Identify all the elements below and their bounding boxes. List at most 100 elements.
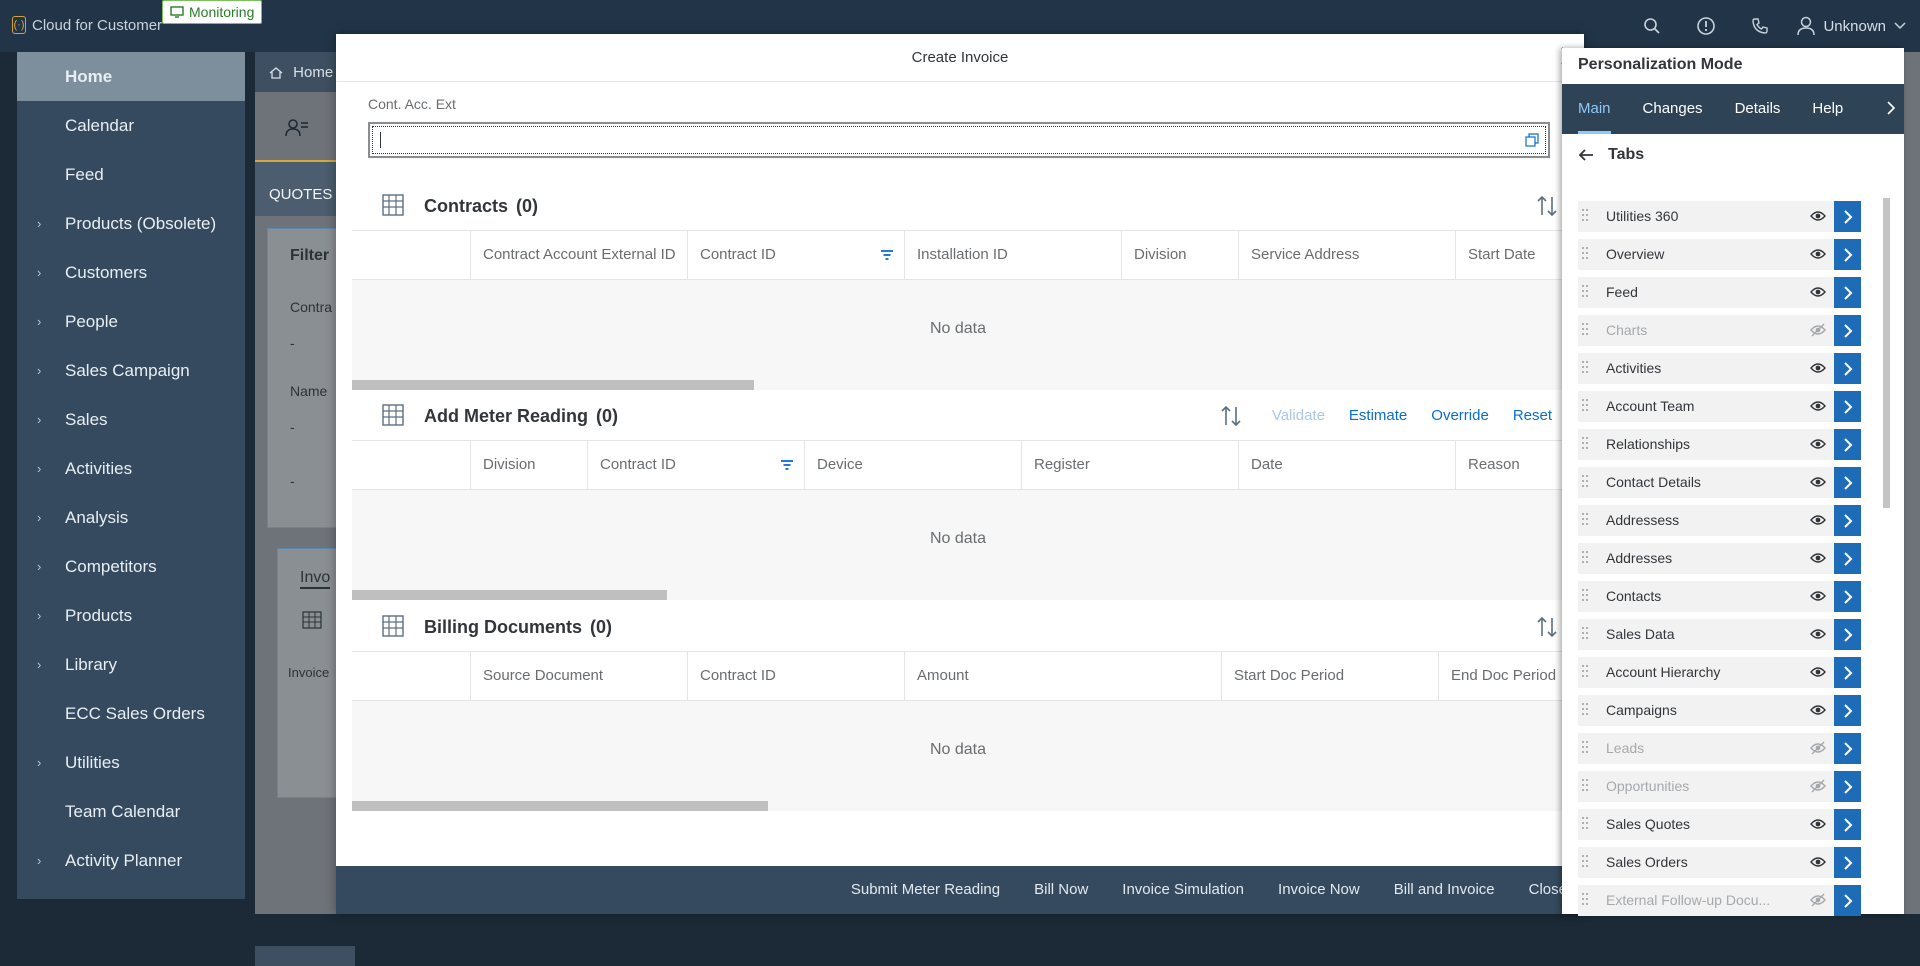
personalization-item-body[interactable]: Utilities 360 (1578, 201, 1834, 232)
eye-icon[interactable] (1810, 703, 1826, 717)
personalization-item-body[interactable]: External Follow-up Docu... (1578, 885, 1834, 916)
column-header[interactable]: Division (470, 441, 587, 489)
scrollbar-thumb[interactable] (352, 380, 754, 390)
column-header[interactable]: Contract Account External ID (470, 231, 687, 279)
scrollbar-thumb[interactable] (352, 590, 667, 600)
grip-icon[interactable] (1582, 665, 1588, 679)
personalization-item-body[interactable]: Addresses (1578, 543, 1834, 574)
personalization-item[interactable]: Relationships (1578, 429, 1861, 460)
tab-main[interactable]: Main (1562, 84, 1627, 134)
chevron-right-icon[interactable]: › (37, 853, 41, 868)
column-header[interactable]: Start Date (1455, 231, 1564, 279)
personalization-item[interactable]: Campaigns (1578, 695, 1861, 726)
column-header[interactable]: Device (804, 441, 1021, 489)
nav-item[interactable]: › Sales Campaign (17, 346, 245, 395)
chevron-right-icon[interactable]: › (37, 363, 41, 378)
chevron-right-icon[interactable] (1886, 100, 1896, 116)
grip-icon[interactable] (1582, 817, 1588, 831)
grip-icon[interactable] (1582, 513, 1588, 527)
personalization-item-body[interactable]: Contacts (1578, 581, 1834, 612)
grip-icon[interactable] (1582, 475, 1588, 489)
chevron-right-icon[interactable] (1834, 429, 1861, 460)
chevron-right-icon[interactable]: › (37, 559, 41, 574)
scrollbar-thumb[interactable] (352, 801, 768, 811)
column-header[interactable]: Date (1238, 441, 1455, 489)
nav-item[interactable]: › Library (17, 640, 245, 689)
personalization-item[interactable]: Opportunities (1578, 771, 1861, 802)
invoice-simulation-button[interactable]: Invoice Simulation (1105, 866, 1261, 914)
eye-icon[interactable] (1810, 551, 1826, 565)
chevron-right-icon[interactable]: › (37, 510, 41, 525)
personalization-item[interactable]: Addressess (1578, 505, 1861, 536)
nav-item[interactable]: Team Calendar (17, 787, 245, 836)
chevron-right-icon[interactable] (1834, 771, 1861, 802)
column-header[interactable]: Division (1121, 231, 1238, 279)
grip-icon[interactable] (1582, 893, 1588, 907)
column-header[interactable]: End Doc Period (1438, 652, 1564, 700)
phone-icon[interactable] (1733, 0, 1787, 52)
eye-slash-icon[interactable] (1810, 893, 1826, 907)
nav-item[interactable]: › Analysis (17, 493, 245, 542)
column-header[interactable]: Installation ID (904, 231, 1121, 279)
eye-icon[interactable] (1810, 437, 1826, 451)
eye-icon[interactable] (1810, 285, 1826, 299)
nav-item[interactable]: › Activity Planner (17, 836, 245, 885)
eye-slash-icon[interactable] (1810, 741, 1826, 755)
eye-slash-icon[interactable] (1810, 323, 1826, 337)
grip-icon[interactable] (1582, 627, 1588, 641)
grip-icon[interactable] (1582, 855, 1588, 869)
grip-icon[interactable] (1582, 741, 1588, 755)
personalization-item[interactable]: Addresses (1578, 543, 1861, 574)
personalization-item[interactable]: Feed (1578, 277, 1861, 308)
cont-acc-ext-input[interactable] (368, 122, 1550, 158)
nav-item[interactable]: › Competitors (17, 542, 245, 591)
chevron-right-icon[interactable] (1834, 695, 1861, 726)
column-header[interactable]: Register (1021, 441, 1238, 489)
grip-icon[interactable] (1582, 323, 1588, 337)
nav-item[interactable]: › Customers (17, 248, 245, 297)
chevron-right-icon[interactable]: › (37, 412, 41, 427)
chevron-right-icon[interactable] (1834, 543, 1861, 574)
nav-item[interactable]: Home (17, 52, 245, 101)
submit-meter-reading-button[interactable]: Submit Meter Reading (834, 866, 1017, 914)
column-header[interactable]: Contract ID (587, 441, 804, 489)
personalization-item-body[interactable]: Charts (1578, 315, 1834, 346)
sort-icon[interactable] (1530, 611, 1564, 643)
nav-item[interactable]: ECC Sales Orders (17, 689, 245, 738)
personalization-item-body[interactable]: Relationships (1578, 429, 1834, 460)
chevron-right-icon[interactable] (1834, 201, 1861, 232)
alert-icon[interactable] (1679, 0, 1733, 52)
personalization-item[interactable]: Utilities 360 (1578, 201, 1861, 232)
personalization-item-body[interactable]: Leads (1578, 733, 1834, 764)
grip-icon[interactable] (1582, 703, 1588, 717)
personalization-item[interactable]: Contact Details (1578, 467, 1861, 498)
eye-icon[interactable] (1810, 855, 1826, 869)
nav-item[interactable]: Calendar (17, 101, 245, 150)
brand[interactable]: (·) Cloud for Customer (12, 16, 162, 34)
chevron-right-icon[interactable] (1834, 505, 1861, 536)
chevron-right-icon[interactable]: › (37, 755, 41, 770)
validate-button[interactable]: Validate (1260, 400, 1337, 432)
search-icon[interactable] (1625, 0, 1679, 52)
tab-changes[interactable]: Changes (1627, 84, 1719, 134)
nav-item[interactable]: › Sales (17, 395, 245, 444)
reset-button[interactable]: Reset (1501, 400, 1564, 432)
personalization-item[interactable]: Sales Quotes (1578, 809, 1861, 840)
column-header[interactable]: Amount (904, 652, 1221, 700)
chevron-right-icon[interactable] (1834, 809, 1861, 840)
nav-item[interactable]: › People (17, 297, 245, 346)
column-header[interactable]: Contract ID (687, 652, 904, 700)
personalization-item-body[interactable]: Overview (1578, 239, 1834, 270)
chevron-right-icon[interactable]: › (37, 461, 41, 476)
personalization-item-body[interactable]: Account Team (1578, 391, 1834, 422)
chevron-right-icon[interactable]: › (37, 265, 41, 280)
personalization-item-body[interactable]: Sales Data (1578, 619, 1834, 650)
eye-icon[interactable] (1810, 475, 1826, 489)
personalization-item-body[interactable]: Feed (1578, 277, 1834, 308)
column-header[interactable]: Contract ID (687, 231, 904, 279)
personalization-item[interactable]: Account Hierarchy (1578, 657, 1861, 688)
grip-icon[interactable] (1582, 551, 1588, 565)
personalization-item[interactable]: Charts (1578, 315, 1861, 346)
back-arrow-icon[interactable] (1578, 148, 1594, 162)
sort-icon[interactable] (1214, 400, 1248, 432)
